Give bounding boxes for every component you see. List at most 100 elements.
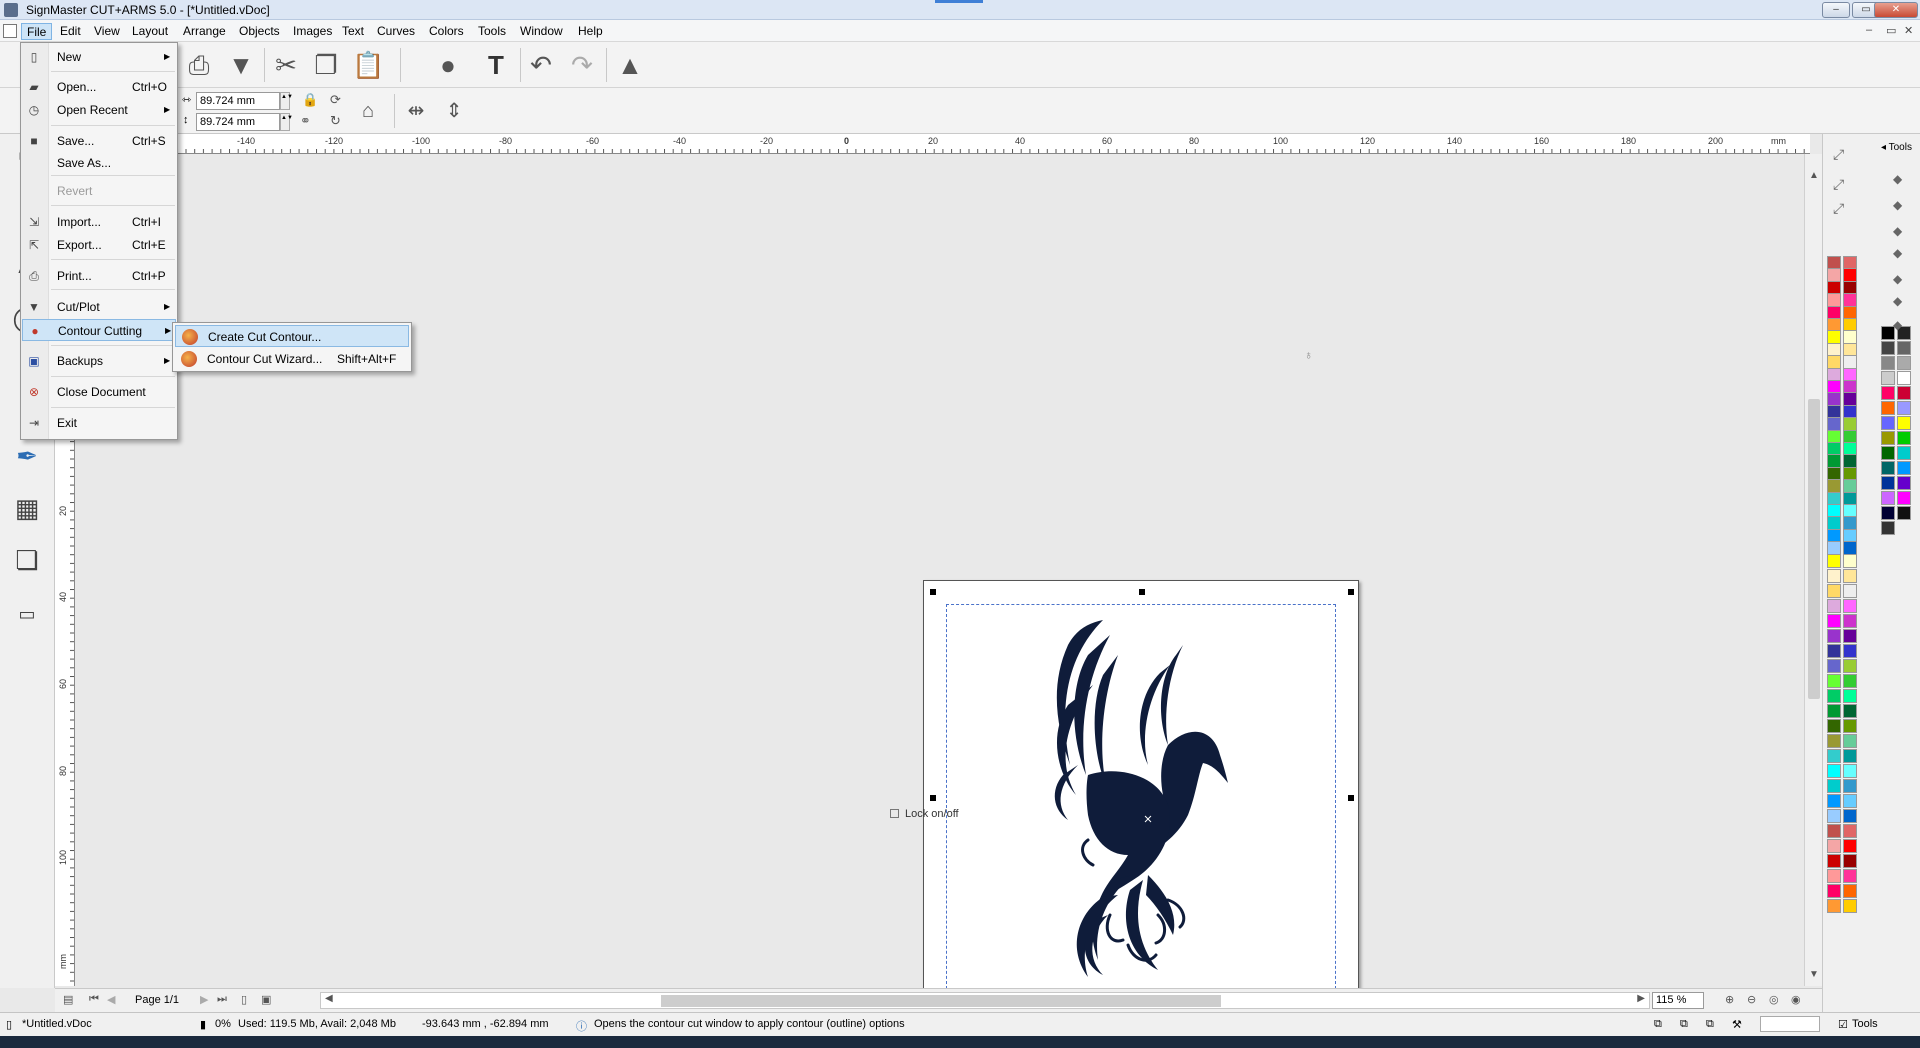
- color-swatch[interactable]: [1827, 734, 1841, 748]
- file-menu-cut-plot[interactable]: ▼ Cut/Plot ▶: [22, 296, 176, 318]
- scroll-up-icon[interactable]: ▲: [1809, 170, 1819, 181]
- ruler-tool-icon[interactable]: ▭: [8, 596, 46, 632]
- file-menu-open[interactable]: ▰ Open... Ctrl+O: [22, 76, 176, 98]
- color-swatch[interactable]: [1843, 809, 1857, 823]
- color-swatch[interactable]: [1881, 386, 1895, 400]
- fill-icon[interactable]: ◆: [1893, 246, 1902, 260]
- lock-ratio-icon[interactable]: 🔒: [302, 92, 318, 108]
- color-swatch[interactable]: [1881, 476, 1895, 490]
- snap-grid-icon[interactable]: ⧉: [1680, 1018, 1688, 1031]
- flip-vertical-icon[interactable]: ⇕: [438, 95, 470, 127]
- menu-text[interactable]: Text: [337, 23, 369, 40]
- menu-arrange[interactable]: Arrange: [178, 23, 231, 40]
- color-swatch[interactable]: [1827, 614, 1841, 628]
- width-spinner[interactable]: ▲▼: [280, 92, 293, 110]
- color-swatch[interactable]: [1827, 629, 1841, 643]
- prev-page-icon[interactable]: ◀: [107, 993, 115, 1006]
- color-swatch[interactable]: [1881, 431, 1895, 445]
- text-tool-icon[interactable]: T: [480, 49, 512, 81]
- rotation-handle-icon[interactable]: ♁: [1304, 348, 1313, 362]
- mdi-minimize-icon[interactable]: –: [1866, 24, 1872, 36]
- menu-curves[interactable]: Curves: [372, 23, 420, 40]
- color-swatch[interactable]: [1897, 401, 1911, 415]
- last-page-icon[interactable]: ⏭: [217, 993, 227, 1006]
- layers-tool-icon[interactable]: ❏: [8, 542, 46, 578]
- circle-tool-icon[interactable]: ◆: [1893, 272, 1902, 286]
- menu-help[interactable]: Help: [573, 23, 608, 40]
- page-setup-icon[interactable]: ▤: [63, 993, 73, 1006]
- link-icon[interactable]: ⚭: [300, 113, 311, 129]
- grid-snap-icon[interactable]: ⤢: [1833, 200, 1844, 217]
- color-swatch[interactable]: [1843, 779, 1857, 793]
- width-field[interactable]: 89.724 mm: [196, 92, 280, 110]
- color-swatch[interactable]: [1881, 506, 1895, 520]
- file-menu-save[interactable]: ■ Save... Ctrl+S: [22, 130, 176, 152]
- color-swatch[interactable]: [1827, 644, 1841, 658]
- file-menu-save-as[interactable]: Save As...: [22, 152, 176, 174]
- selection-handle[interactable]: [1348, 795, 1354, 801]
- color-swatch[interactable]: [1897, 476, 1911, 490]
- color-swatch[interactable]: [1897, 431, 1911, 445]
- status-field[interactable]: [1760, 1016, 1820, 1032]
- file-menu-import[interactable]: ⇲ Import... Ctrl+I: [22, 211, 176, 233]
- color-swatch[interactable]: [1843, 734, 1857, 748]
- color-swatch[interactable]: [1827, 764, 1841, 778]
- color-swatch[interactable]: [1827, 599, 1841, 613]
- color-swatch[interactable]: [1843, 659, 1857, 673]
- lock-toggle[interactable]: Lock on/off: [890, 808, 959, 820]
- close-window-button[interactable]: ✕: [1874, 2, 1918, 18]
- color-swatch[interactable]: [1827, 809, 1841, 823]
- color-swatch[interactable]: [1881, 461, 1895, 475]
- eraser-icon[interactable]: ◆: [1893, 198, 1902, 212]
- color-swatch[interactable]: [1827, 659, 1841, 673]
- color-swatch[interactable]: [1843, 554, 1857, 568]
- color-swatch[interactable]: [1827, 779, 1841, 793]
- mdi-close-icon[interactable]: ✕: [1904, 24, 1913, 37]
- menu-objects[interactable]: Objects: [234, 23, 285, 40]
- menu-edit[interactable]: Edit: [55, 23, 86, 40]
- node-edit-icon[interactable]: ◆: [1893, 172, 1902, 186]
- color-swatch[interactable]: [1897, 446, 1911, 460]
- color-swatch[interactable]: [1827, 794, 1841, 808]
- color-swatch[interactable]: [1843, 644, 1857, 658]
- file-menu-new[interactable]: ▯ New ▶: [22, 46, 176, 68]
- color-swatch[interactable]: [1843, 629, 1857, 643]
- apple-tool-icon[interactable]: ●: [432, 49, 464, 81]
- color-swatch[interactable]: [1827, 704, 1841, 718]
- color-swatch[interactable]: [1897, 461, 1911, 475]
- print-icon[interactable]: ⎙: [183, 49, 215, 81]
- menu-colors[interactable]: Colors: [424, 23, 469, 40]
- color-swatch[interactable]: [1843, 749, 1857, 763]
- color-swatch[interactable]: [1843, 824, 1857, 838]
- cut-plot-icon[interactable]: ▼: [225, 49, 257, 81]
- color-swatch[interactable]: [1843, 704, 1857, 718]
- file-menu-exit[interactable]: ⇥ Exit: [22, 412, 176, 434]
- color-swatch[interactable]: [1843, 719, 1857, 733]
- minimize-button[interactable]: –: [1822, 2, 1850, 18]
- selection-handle[interactable]: [1139, 589, 1145, 595]
- height-spinner[interactable]: ▲▼: [280, 113, 293, 131]
- color-swatch[interactable]: [1881, 416, 1895, 430]
- color-swatch[interactable]: [1897, 506, 1911, 520]
- color-swatch[interactable]: [1897, 371, 1911, 385]
- color-swatch[interactable]: [1843, 674, 1857, 688]
- vertical-scroll-thumb[interactable]: [1808, 399, 1820, 699]
- color-swatch[interactable]: [1827, 884, 1841, 898]
- drawing-canvas[interactable]: ♁: [76, 155, 1804, 1013]
- copy-style-icon[interactable]: ⤢: [1833, 176, 1844, 193]
- color-swatch[interactable]: [1827, 749, 1841, 763]
- color-swatch[interactable]: [1881, 521, 1895, 535]
- menu-view[interactable]: View: [89, 23, 125, 40]
- mdi-restore-icon[interactable]: ▭: [1886, 24, 1896, 37]
- redo-icon[interactable]: ↷: [566, 49, 598, 81]
- undo-icon[interactable]: ↶: [525, 49, 557, 81]
- color-swatch[interactable]: [1881, 401, 1895, 415]
- color-swatch[interactable]: [1897, 341, 1911, 355]
- color-swatch[interactable]: [1897, 386, 1911, 400]
- copy-icon[interactable]: ❐: [310, 49, 342, 81]
- color-swatch[interactable]: [1843, 689, 1857, 703]
- rocket-icon[interactable]: ▲: [614, 49, 646, 81]
- menu-window[interactable]: Window: [515, 23, 568, 40]
- scroll-right-icon[interactable]: ▶: [1637, 993, 1645, 1004]
- rotate-cw-icon[interactable]: ⟳: [330, 92, 341, 108]
